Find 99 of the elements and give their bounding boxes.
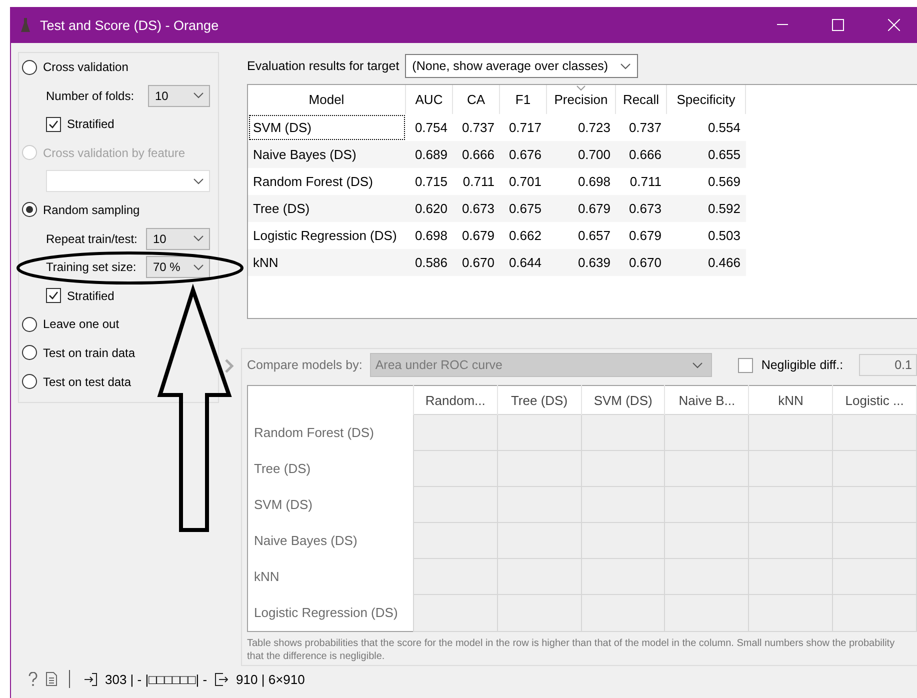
option-label: Leave one out [43,317,120,332]
radio-button[interactable] [22,374,37,390]
chevron-down-icon [193,92,204,100]
check-icon [48,118,59,130]
score-cell: 0.644 [500,249,546,276]
column-header: Logistic ... [832,386,916,414]
radio-button[interactable] [22,316,37,332]
score-cell: 0.711 [452,168,500,195]
row-header: Naive Bayes (DS) [248,522,414,558]
minimize-icon [776,24,788,26]
row-header: Random Forest (DS) [248,414,414,450]
row-header: Tree (DS) [248,450,414,486]
score-cell: 0.723 [546,114,616,141]
score-cell: 0.754 [406,114,452,141]
score-cell: 0.701 [500,168,546,195]
row-header: kNN [248,558,414,594]
score-cell: 0.673 [616,195,666,222]
row-header: Logistic Regression (DS) [248,594,414,631]
option-label: Cross validation [43,60,128,74]
checkbox-label: Stratified [67,288,114,303]
model-cell: kNN [248,249,406,276]
column-header: Tree (DS) [497,386,582,414]
dropdown[interactable]: 10 [146,228,210,250]
column-header: SVM (DS) [581,386,665,414]
option-label: Test on train data [43,346,136,360]
output-icon [215,672,228,686]
chevron-down-icon [193,264,204,271]
model-cell: Logistic Regression (DS) [248,222,406,249]
flask-icon [21,18,30,32]
option-label: Random sampling [43,202,140,217]
score-cell: 0.698 [546,168,616,195]
model-cell: Tree (DS) [248,195,406,222]
checkbox-label: Stratified [67,117,114,132]
radio-button[interactable] [22,202,37,218]
column-header: Naive B... [664,386,749,414]
score-cell: 0.679 [546,195,616,222]
score-cell: 0.715 [406,168,452,195]
table-note: Table shows probabilities that the score for the model in the row is higher than that of the model in the column. Small numbers show the probability that the difference is negligible. [247,636,896,662]
input-summary: 303 | - |□□□□□□| - [105,672,208,686]
chevron-down-icon [692,362,704,368]
column-header: kNN [748,386,833,414]
field-label: Repeat train/test: [46,232,138,246]
score-cell: 0.592 [666,195,746,222]
chevron-down-icon [193,178,204,185]
model-cell: SVM (DS) [248,114,406,141]
checkbox[interactable] [46,116,61,132]
score-cell: 0.670 [616,249,666,276]
score-cell: 0.717 [500,114,546,141]
column-header: Random... [414,386,498,414]
target-dropdown[interactable]: (None, show average over classes) [405,54,638,78]
dropdown[interactable]: 70 % [146,256,210,278]
option-label: Test on test data [43,374,132,389]
field-label: Number of folds: [46,88,134,103]
score-cell: 0.698 [406,222,452,249]
score-cell: 0.466 [666,249,746,276]
radio-button[interactable] [22,345,37,360]
score-cell: 0.620 [406,195,452,222]
score-cell: 0.569 [666,168,746,195]
checkbox[interactable] [46,288,61,304]
score-cell: 0.662 [500,222,546,249]
field-label: Training set size: [46,260,136,274]
score-cell: 0.679 [452,222,500,249]
score-cell: 0.554 [666,114,746,141]
negligible-label: Negligible diff.: [761,358,844,372]
row-header: SVM (DS) [248,486,414,522]
score-cell: 0.689 [406,141,452,168]
score-cell: 0.586 [406,249,452,276]
window-title: Test and Score (DS) - Orange [40,18,220,32]
score-cell: 0.655 [666,141,746,168]
compare-label: Compare models by: [247,358,362,372]
help-icon[interactable] [28,672,38,686]
score-cell: 0.503 [666,222,746,249]
close-icon [888,19,900,31]
score-cell: 0.666 [616,141,666,168]
input-icon [84,672,97,686]
score-cell: 0.737 [616,114,666,141]
score-cell: 0.711 [616,168,666,195]
score-cell: 0.666 [452,141,500,168]
target-label: Evaluation results for target [247,59,400,73]
score-cell: 0.639 [546,249,616,276]
radio-button[interactable] [22,60,37,74]
dropdown[interactable]: 10 [148,84,210,107]
chevron-down-icon [620,62,632,70]
model-cell: Naive Bayes (DS) [248,141,406,168]
score-cell: 0.670 [452,249,500,276]
model-cell: Random Forest (DS) [248,168,406,195]
score-cell: 0.657 [546,222,616,249]
output-summary: 910 | 6×910 [236,672,305,686]
chevron-down-icon [193,235,204,242]
score-cell: 0.676 [500,141,546,168]
score-cell: 0.737 [452,114,500,141]
maximize-icon [832,19,844,31]
check-icon [48,290,59,302]
document-icon[interactable] [46,672,57,686]
score-cell: 0.679 [616,222,666,249]
score-cell: 0.675 [500,195,546,222]
score-cell: 0.673 [452,195,500,222]
option-label: Cross validation by feature [43,146,186,160]
score-cell: 0.700 [546,141,616,168]
